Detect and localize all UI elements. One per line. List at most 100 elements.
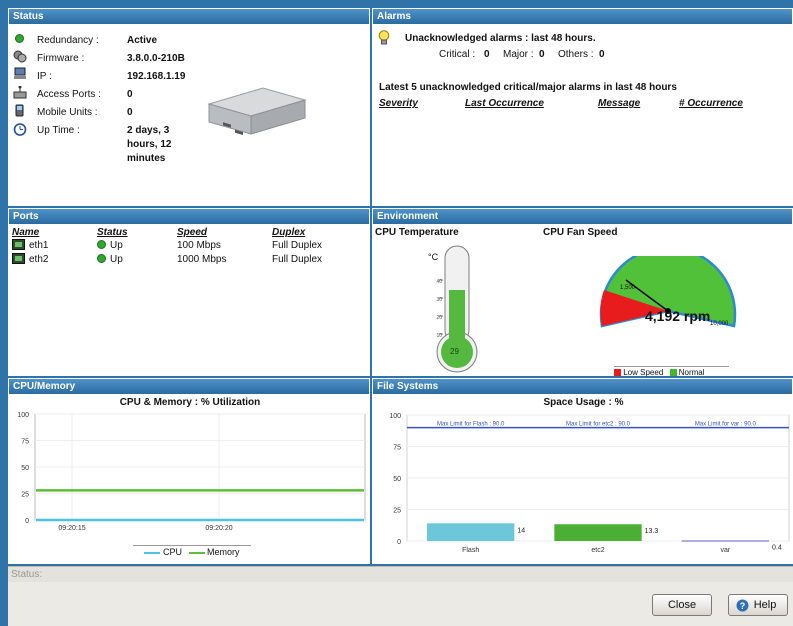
y-tick-label: 100: [389, 413, 401, 420]
access-ports-value: 0: [127, 89, 133, 100]
panel-title: Ports: [9, 209, 369, 224]
help-button[interactable]: ? Help: [728, 594, 788, 616]
legend-line: [144, 551, 161, 554]
port-status: Up: [110, 254, 123, 265]
access-ports-label: Access Ports :: [37, 89, 101, 100]
data-label: 14: [517, 527, 525, 534]
close-button[interactable]: Close: [652, 594, 712, 616]
legend-swatch: [614, 369, 621, 377]
unacknowledged-title: Unacknowledged alarms : last 48 hours.: [405, 33, 596, 44]
dashboard-window: Status Redundancy : Active Firmware : 3.…: [0, 0, 793, 626]
redundancy-value: Active: [127, 35, 158, 46]
max-limit-label: Max Limit for Flash : 90.0: [437, 422, 505, 428]
green-status-icon: [15, 34, 24, 43]
uptime-label: Up Time :: [37, 125, 80, 136]
help-label: Help: [753, 599, 777, 611]
bar-var: [681, 540, 769, 542]
x-tick-label: etc2: [591, 547, 604, 554]
column-speed[interactable]: Speed: [177, 227, 207, 238]
ip-value: 192.168.1.19: [127, 71, 186, 82]
panel-title: Environment: [373, 209, 792, 224]
firmware-icon: [13, 50, 27, 63]
x-tick-label: 09:20:20: [205, 525, 232, 532]
critical-label: Critical :: [439, 49, 476, 60]
bar-etc2: [554, 524, 642, 541]
help-icon: ?: [736, 599, 749, 612]
panel-title: File Systems: [373, 379, 792, 394]
svg-text:30: 30: [436, 297, 442, 303]
legend-swatch: [669, 369, 677, 377]
port-name: eth1: [29, 240, 49, 251]
fan-tick-left: 1,500: [620, 285, 636, 291]
network-icon: [14, 67, 26, 79]
critical-value: 0: [484, 49, 490, 60]
lightbulb-icon: [378, 30, 390, 45]
ports-panel: Ports Name Status Speed Duplex eth1 Up 1…: [8, 208, 370, 376]
port-duplex: Full Duplex: [272, 240, 323, 251]
clock-icon: [13, 123, 27, 136]
alarms-panel: Alarms Unacknowledged alarms : last 48 h…: [372, 8, 793, 206]
others-label: Others :: [558, 49, 594, 60]
data-label: 0.4: [772, 544, 782, 551]
environment-panel: Environment CPU Temperature CPU Fan Spee…: [372, 208, 793, 377]
port-status-icon: [97, 240, 106, 249]
x-tick-label: Flash: [462, 547, 479, 554]
file-systems-panel: File Systems Space Usage : % 100 75 50 25 0 1…: [372, 378, 793, 564]
y-tick-label: 75: [393, 445, 401, 452]
access-port-icon: [13, 86, 27, 99]
svg-text:20: 20: [436, 315, 442, 321]
y-tick-label: 75: [21, 439, 29, 446]
cpu-memory-panel: CPU/Memory CPU & Memory : % Utilization …: [8, 378, 370, 564]
fan-speed-value: 4,192 rpm: [645, 308, 711, 324]
svg-text:?: ?: [740, 601, 746, 611]
cpu-chart-legend: CPU Memory: [133, 545, 251, 559]
column-duplex[interactable]: Duplex: [272, 227, 305, 238]
firmware-label: Firmware :: [37, 53, 85, 64]
cpu-memory-chart: 100 75 50 25 0 09:20:15 09:20:20: [17, 412, 366, 532]
y-tick-label: 100: [17, 412, 29, 419]
cpu-temperature-label: CPU Temperature: [375, 227, 459, 238]
temperature-value: 29: [450, 347, 459, 356]
svg-text:10: 10: [436, 333, 442, 339]
legend-label: Low Speed: [623, 368, 664, 377]
port-speed: 100 Mbps: [177, 240, 221, 251]
ethernet-port-icon: [12, 239, 25, 250]
x-tick-label: var: [720, 547, 730, 554]
column-name[interactable]: Name: [12, 227, 39, 238]
column-severity[interactable]: Severity: [379, 98, 418, 109]
max-limit-label: Max Limit for etc2 : 90.0: [566, 422, 631, 428]
firmware-value: 3.8.0.0-210B: [127, 53, 185, 64]
column-last-occurrence[interactable]: Last Occurrence: [465, 98, 544, 109]
latest-alarms-title: Latest 5 unacknowledged critical/major a…: [379, 82, 677, 93]
mobile-unit-icon: [15, 104, 24, 117]
device-image: [207, 87, 307, 136]
major-value: 0: [539, 49, 545, 60]
port-speed: 1000 Mbps: [177, 254, 227, 265]
column-message[interactable]: Message: [598, 98, 640, 109]
ethernet-port-icon: [12, 253, 25, 264]
y-tick-label: 0: [25, 518, 29, 525]
others-value: 0: [599, 49, 605, 60]
x-tick-label: 09:20:15: [58, 525, 85, 532]
mobile-units-value: 0: [127, 107, 133, 118]
status-panel: Status Redundancy : Active Firmware : 3.…: [8, 8, 370, 206]
mobile-units-label: Mobile Units :: [37, 107, 98, 118]
redundancy-label: Redundancy :: [37, 35, 99, 46]
column-occurrence[interactable]: # Occurrence: [679, 98, 743, 109]
svg-text:40: 40: [436, 279, 442, 285]
status-bar: Status:: [8, 566, 793, 582]
panel-title: CPU/Memory: [9, 379, 369, 394]
legend-line: [188, 551, 205, 554]
y-tick-label: 0: [397, 539, 401, 546]
panel-title: Alarms: [373, 9, 792, 24]
uptime-value-line-1: 2 days, 3: [127, 125, 170, 136]
legend-label: Normal: [678, 368, 705, 377]
port-status-icon: [97, 254, 106, 263]
column-status[interactable]: Status: [97, 227, 128, 238]
y-tick-label: 25: [393, 508, 401, 515]
bar-flash: [427, 523, 515, 541]
y-tick-label: 25: [21, 492, 29, 499]
max-limit-label: Max Limit for var : 90.0: [695, 422, 757, 428]
ip-label: IP :: [37, 71, 52, 82]
button-bar: Close ? Help: [8, 582, 793, 626]
